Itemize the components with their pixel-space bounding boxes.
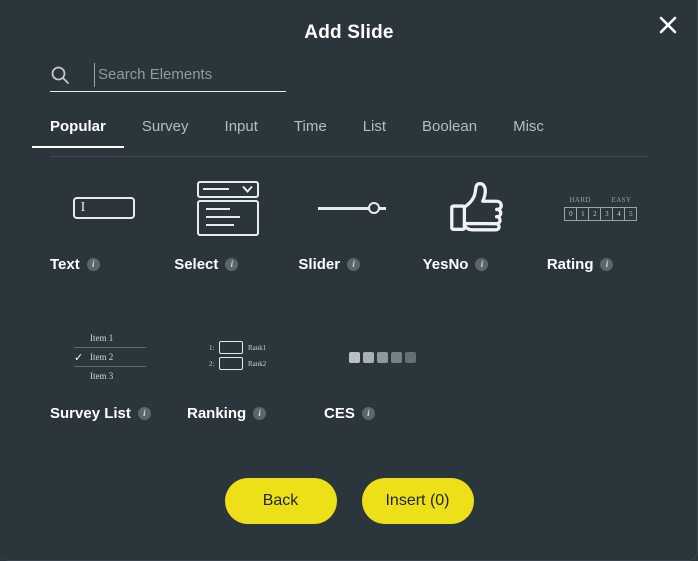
ranking-label: Rank2 — [248, 359, 267, 368]
ces-square — [405, 351, 416, 363]
element-label: CES — [324, 405, 355, 422]
info-icon[interactable]: i — [475, 258, 489, 271]
rating-right-label: EASY — [611, 195, 632, 204]
select-options-list — [196, 199, 259, 236]
element-caption: Ranking i — [187, 405, 307, 422]
rating-scale-icon: HARD EASY 0 1 2 3 4 5 — [547, 172, 654, 244]
survey-list-row: Item 3 — [74, 367, 146, 385]
ranking-row: 1: Rank1 — [209, 341, 285, 354]
ranking-number: 2: — [209, 359, 215, 368]
element-label: Slider — [298, 256, 341, 273]
ranking-label: Rank1 — [248, 343, 267, 352]
survey-list-item: Item 1 — [90, 333, 114, 343]
element-card-select[interactable]: Select i — [174, 172, 281, 273]
rating-left-label: HARD — [569, 195, 591, 204]
ces-icon — [324, 321, 444, 393]
element-caption: Select i — [174, 256, 281, 273]
element-label: Text — [50, 256, 80, 273]
ranking-row: 2: Rank2 — [209, 357, 285, 370]
element-caption: Survey List i — [50, 405, 170, 422]
ranking-icon: 1: Rank1 2: Rank2 — [187, 321, 307, 393]
caret-glyph: I — [80, 200, 86, 215]
slider-icon — [298, 172, 405, 244]
tab-boolean[interactable]: Boolean — [422, 118, 477, 147]
element-card-ranking[interactable]: 1: Rank1 2: Rank2 Ranking i — [187, 321, 307, 422]
tab-input[interactable]: Input — [225, 118, 258, 147]
element-label: Survey List — [50, 405, 131, 422]
tab-misc[interactable]: Misc — [513, 118, 544, 147]
info-icon[interactable]: i — [347, 258, 361, 271]
ces-square — [363, 351, 374, 363]
element-caption: Rating i — [547, 256, 654, 273]
back-button[interactable]: Back — [224, 478, 337, 524]
element-caption: CES i — [324, 405, 444, 422]
element-label: Ranking — [187, 405, 247, 422]
rating-boxes: 0 1 2 3 4 5 — [564, 206, 638, 221]
tab-survey[interactable]: Survey — [142, 118, 189, 147]
info-icon[interactable]: i — [137, 407, 151, 420]
survey-list-item: Item 2 — [90, 352, 114, 362]
search-bar[interactable] — [50, 58, 297, 92]
survey-list-item: Item 3 — [90, 371, 114, 381]
ranking-number: 1: — [209, 343, 215, 352]
slider-track — [318, 206, 369, 210]
survey-list-icon: Item 1 ✓ Item 2 Item 3 — [50, 321, 170, 393]
element-card-survey-list[interactable]: Item 1 ✓ Item 2 Item 3 Survey List i — [50, 321, 170, 422]
close-button[interactable] — [653, 10, 683, 40]
add-slide-dialog: Add Slide Popular Survey Input Time List… — [0, 0, 698, 561]
tab-list[interactable]: List — [363, 118, 386, 147]
element-card-yesno[interactable]: YesNo i — [423, 172, 530, 273]
tab-popular[interactable]: Popular — [32, 118, 124, 148]
category-tabs: Popular Survey Input Time List Boolean M… — [32, 118, 648, 157]
select-value-line — [202, 188, 229, 190]
search-input[interactable] — [94, 62, 297, 87]
element-caption: Text i — [50, 256, 157, 273]
info-icon[interactable]: i — [253, 407, 267, 420]
info-icon[interactable]: i — [600, 258, 614, 271]
slider-track-end — [379, 206, 386, 210]
element-grid: I Text i Select i Slider i YesNo i HARD … — [50, 172, 654, 434]
insert-button[interactable]: Insert (0) — [361, 478, 474, 524]
tab-time[interactable]: Time — [294, 118, 327, 147]
page-title: Add Slide — [304, 22, 394, 43]
ranking-box — [219, 357, 243, 370]
ranking-box — [219, 341, 243, 354]
rating-box: 5 — [624, 206, 638, 221]
thumbs-up-icon — [423, 172, 530, 244]
info-icon[interactable]: i — [86, 258, 100, 271]
text-input-icon: I — [50, 172, 157, 244]
search-icon — [50, 62, 76, 88]
element-card-rating[interactable]: HARD EASY 0 1 2 3 4 5 Rating i — [547, 172, 654, 273]
info-icon[interactable]: i — [361, 407, 375, 420]
element-caption: Slider i — [298, 256, 405, 273]
element-card-ces[interactable]: CES i — [324, 321, 444, 422]
check-icon: ✓ — [74, 351, 84, 364]
ces-square — [377, 351, 388, 363]
ces-square — [391, 351, 402, 363]
info-icon[interactable]: i — [225, 258, 239, 271]
element-label: YesNo — [422, 256, 469, 273]
dropdown-select-icon — [174, 172, 281, 244]
element-card-text[interactable]: I Text i — [50, 172, 157, 273]
chevron-down-icon — [242, 185, 253, 193]
element-card-slider[interactable]: Slider i — [298, 172, 405, 273]
survey-list-row: ✓ Item 2 — [74, 348, 146, 367]
element-label: Select — [174, 256, 219, 273]
ces-square — [349, 351, 360, 363]
dialog-footer: Back Insert (0) — [0, 478, 697, 524]
element-label: Rating — [546, 256, 594, 273]
element-caption: YesNo i — [423, 256, 530, 273]
survey-list-row: Item 1 — [74, 329, 146, 348]
element-row: Item 1 ✓ Item 2 Item 3 Survey List i 1: … — [50, 321, 654, 422]
element-row: I Text i Select i Slider i YesNo i HARD … — [50, 172, 654, 273]
close-icon — [659, 16, 677, 34]
